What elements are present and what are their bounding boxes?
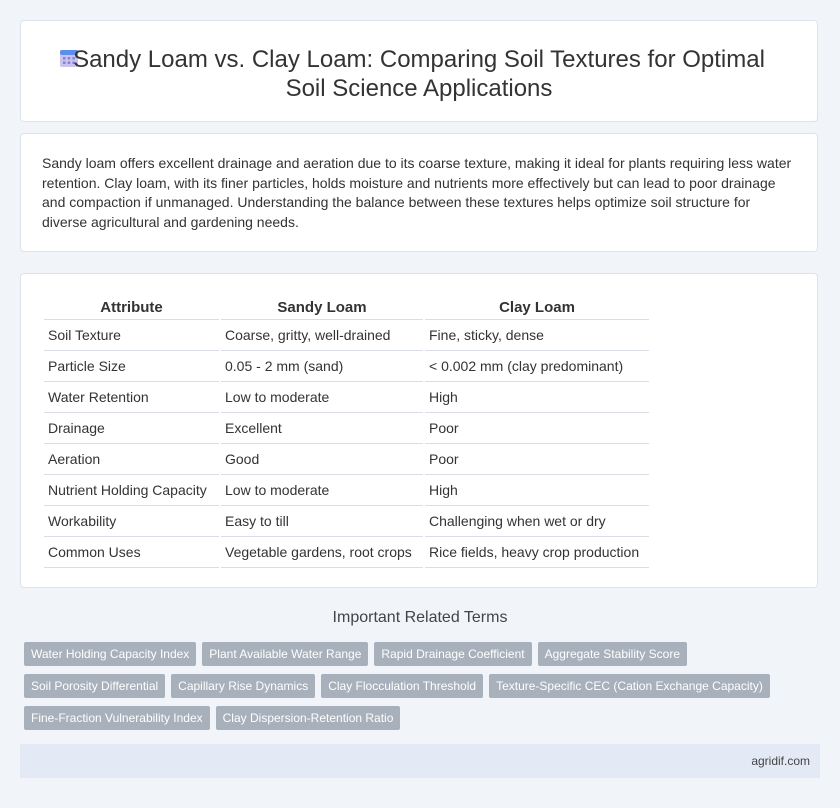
column-header-attribute: Attribute (44, 295, 219, 320)
table-cell: Good (221, 444, 423, 475)
related-term-tag[interactable]: Water Holding Capacity Index (24, 642, 197, 666)
table-cell: Rice fields, heavy crop production (425, 537, 649, 568)
table-cell: Water Retention (44, 382, 219, 413)
table-cell: Fine, sticky, dense (425, 320, 649, 351)
table-cell: < 0.002 mm (clay predominant) (425, 351, 649, 382)
table-cell: Challenging when wet or dry (425, 506, 649, 537)
table-cell: High (425, 475, 649, 506)
tag-row: Fine-Fraction Vulnerability Index Clay Di… (24, 706, 804, 738)
column-header-clay-loam: Clay Loam (425, 295, 649, 320)
comparison-table: Attribute Sandy Loam Clay Loam Soil Text… (42, 295, 651, 568)
table-cell: Easy to till (221, 506, 423, 537)
table-row: Common Uses Vegetable gardens, root crop… (44, 537, 649, 568)
related-term-tag[interactable]: Fine-Fraction Vulnerability Index (24, 706, 210, 730)
related-terms-heading: Important Related Terms (332, 609, 508, 626)
table-row: Soil Texture Coarse, gritty, well-draine… (44, 320, 649, 351)
footer: agridif.com (20, 744, 820, 778)
table-cell: Vegetable gardens, root crops (221, 537, 423, 568)
table-cell: Coarse, gritty, well-drained (221, 320, 423, 351)
column-header-sandy-loam: Sandy Loam (221, 295, 423, 320)
page-title: Sandy Loam vs. Clay Loam: Comparing Soil… (73, 46, 765, 102)
related-term-tag[interactable]: Soil Porosity Differential (24, 674, 166, 698)
tag-row: Water Holding Capacity Index Plant Availa… (24, 642, 804, 674)
table-cell: High (425, 382, 649, 413)
tag-row: Soil Porosity Differential Capillary Rise… (24, 674, 804, 706)
related-term-tag[interactable]: Rapid Drainage Coefficient (374, 642, 532, 666)
table-cell: Low to moderate (221, 382, 423, 413)
table-cell: Poor (425, 444, 649, 475)
intro-paragraph: Sandy loam offers excellent drainage and… (42, 155, 792, 230)
table-cell: Low to moderate (221, 475, 423, 506)
table-row: Drainage Excellent Poor (44, 413, 649, 444)
table-header-row: Attribute Sandy Loam Clay Loam (44, 295, 649, 320)
table-cell: Particle Size (44, 351, 219, 382)
table-row: Particle Size 0.05 - 2 mm (sand) < 0.002… (44, 351, 649, 382)
title-card: Sandy Loam vs. Clay Loam: Comparing Soil… (20, 20, 818, 122)
table-cell: Poor (425, 413, 649, 444)
related-term-tag[interactable]: Plant Available Water Range (202, 642, 369, 666)
intro-card: Sandy loam offers excellent drainage and… (20, 133, 818, 252)
related-term-tag[interactable]: Texture-Specific CEC (Cation Exchange Ca… (489, 674, 770, 698)
related-term-tag[interactable]: Clay Dispersion-Retention Ratio (215, 706, 401, 730)
table-cell: Soil Texture (44, 320, 219, 351)
table-cell: Workability (44, 506, 219, 537)
table-cell: Excellent (221, 413, 423, 444)
table-row: Water Retention Low to moderate High (44, 382, 649, 413)
footer-site-link[interactable]: agridif.com (751, 754, 810, 768)
related-term-tag[interactable]: Aggregate Stability Score (537, 642, 688, 666)
table-cell: 0.05 - 2 mm (sand) (221, 351, 423, 382)
table-cell: Nutrient Holding Capacity (44, 475, 219, 506)
comparison-card: Attribute Sandy Loam Clay Loam Soil Text… (20, 273, 818, 588)
table-row: Workability Easy to till Challenging whe… (44, 506, 649, 537)
table-row: Aeration Good Poor (44, 444, 649, 475)
table-row: Nutrient Holding Capacity Low to moderat… (44, 475, 649, 506)
table-cell: Aeration (44, 444, 219, 475)
related-term-tag[interactable]: Capillary Rise Dynamics (171, 674, 316, 698)
table-cell: Common Uses (44, 537, 219, 568)
related-term-tag[interactable]: Clay Flocculation Threshold (321, 674, 484, 698)
table-cell: Drainage (44, 413, 219, 444)
related-terms-list: Water Holding Capacity Index Plant Availa… (24, 642, 804, 738)
